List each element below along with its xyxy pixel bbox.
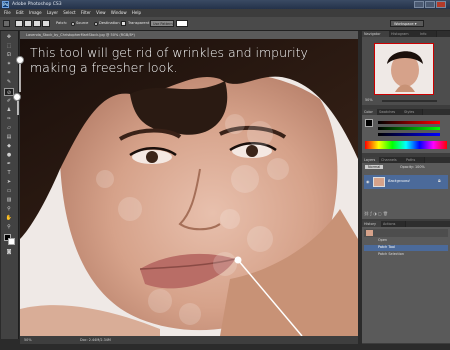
patch-label: Patch: — [56, 21, 68, 25]
type-tool-icon[interactable]: T — [4, 169, 14, 177]
marquee-tool-icon[interactable]: ⬚ — [4, 42, 14, 50]
layer-mask-icon[interactable]: ◑ — [373, 211, 377, 216]
layer-lock-icon: 🔒︎ — [438, 178, 441, 184]
use-pattern-button[interactable]: Use Pattern — [150, 20, 174, 27]
pattern-swatch[interactable] — [176, 20, 188, 27]
menu-file[interactable]: File — [4, 9, 11, 17]
callout-text: This tool will get rid of wrinkles and i… — [30, 45, 308, 75]
tools-panel: ✥ ⬚ ᘏ ✶ ⌗ ✎ ⊘ ✐ ♟ ✑ ▱ ▤ ◆ ● ✒ T ➤ ▭ ▨ ⚲ … — [1, 31, 19, 339]
layer-name: Background — [388, 179, 410, 183]
panels-dock: Navigator Histogram Info 50% Color Swatc… — [362, 31, 450, 344]
shape-tool-icon[interactable]: ▭ — [4, 187, 14, 195]
use-pattern-label: Use Pattern — [153, 22, 173, 26]
menu-help[interactable]: Help — [132, 9, 141, 17]
layer-style-icon[interactable]: ƒ — [370, 211, 371, 216]
portrait-photo — [20, 39, 358, 336]
history-snapshot[interactable] — [364, 229, 448, 237]
navigator-zoom-slider[interactable] — [382, 100, 437, 102]
callout-dot-top — [16, 56, 24, 64]
history-item-patch-tool[interactable]: Patch Tool — [364, 245, 448, 251]
blue-slider[interactable] — [378, 133, 440, 136]
menu-filter[interactable]: Filter — [81, 9, 91, 17]
menu-edit[interactable]: Edit — [16, 9, 24, 17]
path-selection-tool-icon[interactable]: ➤ — [4, 178, 14, 186]
history-item-label: Patch Selection — [378, 252, 405, 256]
notes-tool-icon[interactable]: ▨ — [4, 196, 14, 204]
document-canvas[interactable] — [20, 39, 358, 336]
magic-wand-tool-icon[interactable]: ✶ — [4, 60, 14, 68]
document-title-bar: Lavenda_Stock_by_ChristopherMartStock.jp… — [20, 31, 358, 39]
pen-tool-icon[interactable]: ✒ — [4, 160, 14, 168]
navigator-thumbnail[interactable] — [374, 43, 434, 95]
slice-tool-icon[interactable]: ✎ — [4, 78, 14, 86]
layers-footer-icons: ⛓ ƒ ◑ ▢ 🗑︎ — [364, 211, 448, 217]
callout-dot-tool — [13, 93, 21, 101]
destination-radio[interactable] — [94, 22, 98, 26]
zoom-level[interactable]: 50% — [24, 336, 32, 344]
menu-layer[interactable]: Layer — [47, 9, 58, 17]
blur-tool-icon[interactable]: ◆ — [4, 142, 14, 150]
eyedropper-tool-icon[interactable]: ⚲ — [4, 205, 14, 213]
eraser-tool-icon[interactable]: ▱ — [4, 124, 14, 132]
blend-mode-select[interactable]: Normal — [365, 165, 384, 169]
transparent-label: Transparent — [128, 21, 150, 25]
red-slider[interactable] — [378, 121, 440, 124]
app-title: Adobe Photoshop CS3 — [12, 2, 62, 7]
color-panel — [362, 115, 450, 153]
layer-thumbnail — [373, 177, 385, 187]
lasso-tool-icon[interactable]: ᘏ — [4, 51, 14, 59]
transparent-checkbox[interactable] — [121, 21, 126, 26]
add-selection-icon[interactable] — [24, 20, 32, 27]
status-bar: 50% Doc: 2.44M/2.34M — [20, 336, 358, 344]
destination-option-label: Destination — [99, 21, 120, 25]
history-item-label: Open — [378, 238, 388, 242]
menu-window[interactable]: Window — [111, 9, 127, 17]
crop-tool-icon[interactable]: ⌗ — [4, 69, 14, 77]
navigator-preview-image — [387, 51, 423, 92]
close-button[interactable] — [436, 1, 446, 8]
green-slider[interactable] — [378, 127, 440, 130]
minimize-button[interactable] — [414, 1, 424, 8]
new-selection-icon[interactable] — [15, 20, 23, 27]
move-tool-icon[interactable]: ✥ — [4, 33, 14, 41]
color-foreground-swatch[interactable] — [365, 119, 373, 127]
source-radio[interactable] — [71, 22, 75, 26]
tool-preset-icon[interactable] — [3, 20, 10, 27]
dodge-tool-icon[interactable]: ● — [4, 151, 14, 159]
menu-select[interactable]: Select — [63, 9, 75, 17]
zoom-tool-icon[interactable]: ⚲ — [4, 223, 14, 231]
photoshop-logo-icon: Ps — [2, 1, 9, 8]
snapshot-thumbnail — [366, 230, 373, 236]
new-layer-icon[interactable]: ▢ — [378, 211, 382, 216]
layer-opacity[interactable]: Opacity: 100% — [400, 165, 425, 169]
delete-layer-icon[interactable]: 🗑︎ — [383, 211, 388, 216]
color-ramp[interactable] — [365, 141, 447, 149]
title-bar: Ps Adobe Photoshop CS3 — [0, 0, 450, 9]
maximize-button[interactable] — [425, 1, 435, 8]
menu-view[interactable]: View — [96, 9, 106, 17]
menu-image[interactable]: Image — [29, 9, 42, 17]
history-brush-tool-icon[interactable]: ✑ — [4, 115, 14, 123]
workspace-button[interactable]: Workspace ▾ — [390, 20, 424, 27]
history-item-label: Patch Tool — [378, 245, 395, 249]
hand-tool-icon[interactable]: ✋ — [4, 214, 14, 222]
options-bar: Patch: Source Destination Transparent Us… — [0, 17, 450, 31]
document-size: Doc: 2.44M/2.34M — [80, 338, 111, 342]
layer-row-background[interactable]: ◉ Background 🔒︎ — [364, 175, 448, 189]
intersect-selection-icon[interactable] — [42, 20, 50, 27]
layer-visibility-eye-icon[interactable]: ◉ — [366, 179, 370, 184]
source-option-label: Source — [76, 21, 89, 25]
subtract-selection-icon[interactable] — [33, 20, 41, 27]
gradient-tool-icon[interactable]: ▤ — [4, 133, 14, 141]
history-item-open[interactable]: Open — [364, 238, 448, 244]
layers-panel: Normal Opacity: 100% ◉ Background 🔒︎ ⛓ ƒ… — [362, 163, 450, 219]
quick-mask-icon[interactable]: ◙ — [4, 248, 14, 256]
clone-stamp-tool-icon[interactable]: ♟ — [4, 106, 14, 114]
navigator-panel: 50% — [362, 37, 450, 105]
history-panel: Open Patch Tool Patch Selection — [362, 227, 450, 343]
link-layers-icon[interactable]: ⛓ — [364, 211, 369, 216]
history-item-patch-selection[interactable]: Patch Selection — [364, 252, 448, 258]
navigator-zoom[interactable]: 50% — [365, 98, 373, 102]
background-color-swatch[interactable] — [8, 238, 15, 245]
